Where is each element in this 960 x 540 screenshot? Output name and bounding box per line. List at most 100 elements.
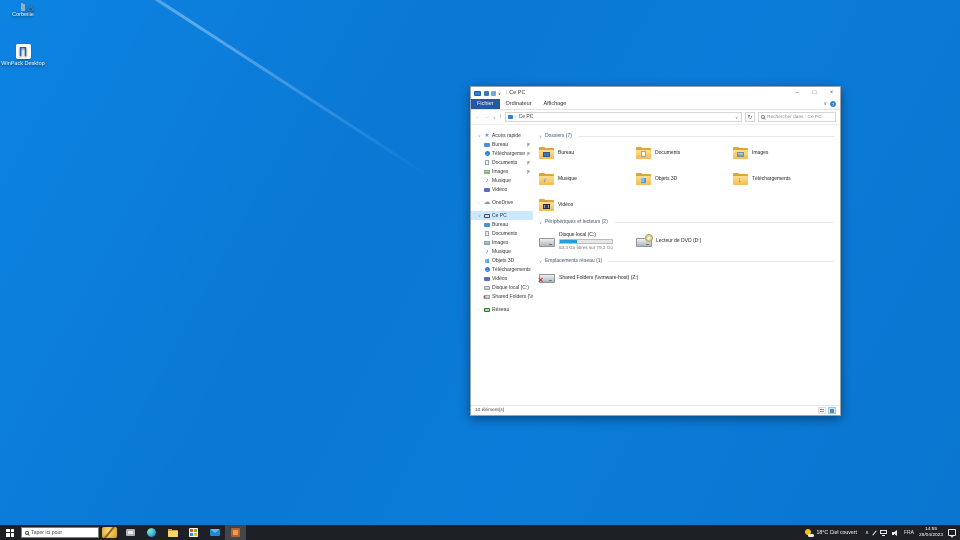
maximize-button[interactable]: □: [806, 87, 823, 99]
expand-icon[interactable]: ∨: [478, 213, 482, 218]
quick-access-toolbar[interactable]: ∨: [484, 90, 501, 96]
sidebar-item-pc-bureau[interactable]: Bureau: [471, 220, 533, 229]
sidebar-item-onedrive[interactable]: › ☁ OneDrive: [471, 198, 533, 207]
qat-properties-icon[interactable]: [484, 90, 489, 96]
search-input[interactable]: Rechercher dans : Ce PC: [758, 112, 836, 122]
folder-tile-images[interactable]: Images: [733, 142, 830, 163]
help-icon[interactable]: ?: [830, 101, 836, 107]
desktop-glyph-icon: [543, 151, 550, 157]
sidebar-item-shared-folders[interactable]: Shared Folders (\\vm: [471, 292, 533, 301]
sidebar-item-reseau[interactable]: › Réseau: [471, 305, 533, 314]
qat-new-folder-icon[interactable]: [491, 90, 496, 96]
sidebar-item-documents[interactable]: Documents: [471, 158, 533, 167]
drive-tile-c[interactable]: Disque local (C:) 53,3 Go libres sur 79,…: [539, 228, 636, 254]
taskbar-active-app-button[interactable]: [225, 525, 246, 540]
refresh-button[interactable]: ↻: [745, 112, 755, 122]
taskbar-store-button[interactable]: [183, 525, 204, 540]
folder-tile-videos[interactable]: Vidéos: [539, 194, 636, 215]
expand-icon[interactable]: ›: [478, 307, 482, 312]
desktop[interactable]: ♻ Corbeille ∏ WinPack Desktop ∨ | Ce PC …: [0, 0, 960, 540]
cube-glyph-icon: [641, 177, 646, 183]
news-interests-widget[interactable]: [99, 525, 120, 540]
expand-icon[interactable]: ∨: [478, 133, 482, 138]
sidebar-item-pc-videos[interactable]: Vidéos: [471, 274, 533, 283]
collapse-icon[interactable]: ∨: [539, 220, 542, 225]
start-button[interactable]: [0, 525, 20, 540]
videos-icon: [484, 187, 490, 192]
expand-icon[interactable]: ›: [478, 200, 482, 205]
back-icon[interactable]: ←: [475, 114, 481, 120]
3d-objects-icon: [485, 258, 489, 263]
volume-icon[interactable]: [891, 529, 899, 536]
sidebar-item-disque-c[interactable]: Disque local (C:): [471, 283, 533, 292]
tab-affichage[interactable]: Affichage: [538, 99, 573, 109]
collapse-icon[interactable]: ∨: [539, 134, 542, 139]
folder-tile-musique[interactable]: ♪ Musique: [539, 168, 636, 189]
action-center-icon[interactable]: [948, 529, 956, 538]
sidebar-item-pc-musique[interactable]: ♪ Musique: [471, 247, 533, 256]
sidebar-item-pc-documents[interactable]: Documents: [471, 229, 533, 238]
group-header-emplacements-reseau[interactable]: ∨ Emplacements réseau (1): [539, 258, 834, 264]
breadcrumb[interactable]: Ce PC: [519, 114, 733, 120]
sidebar-item-pc-images[interactable]: Images: [471, 238, 533, 247]
task-view-button[interactable]: [120, 525, 141, 540]
network-share-tile[interactable]: Shared Folders (\\vmware-host) (Z:): [538, 267, 719, 288]
tab-fichier[interactable]: Fichier: [471, 99, 500, 109]
tab-ordinateur[interactable]: Ordinateur: [500, 99, 538, 109]
downloads-icon: ↓: [484, 151, 490, 156]
collapse-icon[interactable]: ∨: [539, 259, 542, 264]
pen-icon[interactable]: [872, 529, 877, 536]
drive-tile-dvd[interactable]: Lecteur de DVD (D:): [636, 228, 733, 254]
sidebar-item-musique[interactable]: ♪ Musique: [471, 176, 533, 185]
sidebar-item-pc-objets3d[interactable]: Objets 3D: [471, 256, 533, 265]
sidebar-item-quick-access[interactable]: ∨ ★ Accès rapide: [471, 131, 533, 140]
folder-tile-bureau[interactable]: Bureau: [539, 142, 636, 163]
taskbar-search-input[interactable]: Taper ici pour: [21, 527, 99, 538]
taskbar-search-placeholder: Taper ici pour: [31, 529, 63, 536]
network-status-icon[interactable]: [879, 529, 887, 536]
qat-customize-icon[interactable]: ∨: [498, 91, 501, 96]
taskbar-edge-button[interactable]: [141, 525, 162, 540]
videos-icon: [484, 276, 490, 281]
taskbar-mail-button[interactable]: [204, 525, 225, 540]
folder-tile-telechargements[interactable]: ↓ Téléchargements: [733, 168, 830, 189]
folder-icon: [636, 172, 651, 185]
sidebar-item-pc-telechargements[interactable]: ↓ Téléchargements: [471, 265, 533, 274]
sidebar-item-telechargements[interactable]: ↓ Téléchargements: [471, 149, 533, 158]
recent-locations-icon[interactable]: ∨: [493, 115, 496, 120]
details-view-button[interactable]: [818, 407, 826, 414]
hidden-icons-chevron[interactable]: ∧: [865, 530, 869, 536]
taskbar-explorer-button[interactable]: [162, 525, 183, 540]
minimize-button[interactable]: –: [789, 87, 806, 99]
sidebar-item-images[interactable]: Images: [471, 167, 533, 176]
ribbon-collapse-icon[interactable]: ∨: [823, 101, 827, 107]
language-indicator[interactable]: FRA: [904, 530, 914, 536]
up-icon[interactable]: ↑: [499, 114, 502, 120]
address-field[interactable]: › Ce PC ∨: [504, 112, 742, 122]
folder-tile-documents[interactable]: Documents: [636, 142, 733, 163]
forward-icon[interactable]: →: [484, 114, 490, 120]
sidebar-item-this-pc[interactable]: ∨ Ce PC: [471, 211, 533, 220]
desktop-icon-recycle-bin[interactable]: ♻ Corbeille: [0, 3, 46, 18]
folder-icon: [636, 146, 651, 159]
close-button[interactable]: ×: [823, 87, 840, 99]
microsoft-store-icon: [189, 528, 198, 537]
folder-tile-objets-3d[interactable]: Objets 3D: [636, 168, 733, 189]
desktop-icon-app[interactable]: ∏ WinPack Desktop: [0, 44, 46, 67]
system-menu-icon[interactable]: [474, 90, 481, 96]
recycle-arrows-icon: ♻: [27, 5, 35, 14]
title-separator: |: [505, 90, 508, 96]
ribbon-tabs: Fichier Ordinateur Affichage ∨ ?: [471, 99, 840, 110]
music-glyph-icon: ♪: [543, 176, 547, 184]
tray-weather-button[interactable]: 18°C Ciel couvert: [802, 525, 860, 540]
documents-icon: [485, 231, 489, 236]
folder-icon: ↓: [733, 172, 748, 185]
title-bar[interactable]: ∨ | Ce PC – □ ×: [471, 87, 840, 99]
group-header-dossiers[interactable]: ∨ Dossiers (7): [539, 133, 834, 139]
sidebar-item-bureau[interactable]: Bureau: [471, 140, 533, 149]
sidebar-item-videos[interactable]: Vidéos: [471, 185, 533, 194]
clock[interactable]: 14:55 28/04/2023: [919, 527, 943, 538]
large-icons-view-button[interactable]: [828, 407, 836, 414]
address-dropdown-icon[interactable]: ∨: [735, 115, 739, 120]
group-header-peripheriques[interactable]: ∨ Périphériques et lecteurs (2): [539, 219, 834, 225]
